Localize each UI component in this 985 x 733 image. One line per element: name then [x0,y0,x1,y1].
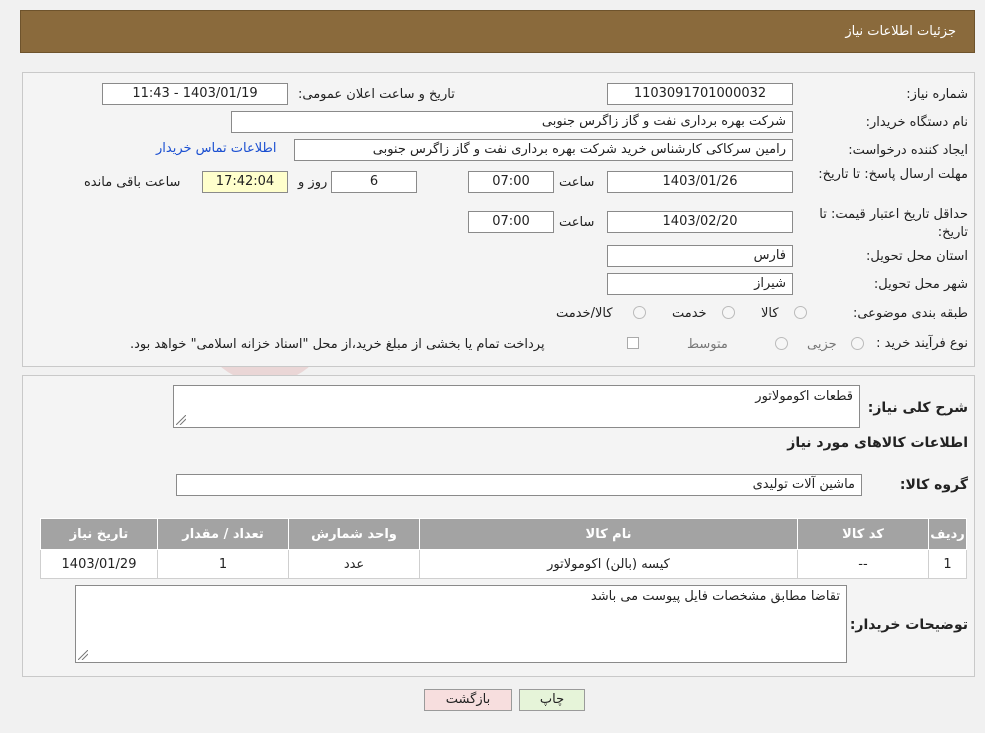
category-goods-radio[interactable] [794,306,807,319]
city-label: شهر محل تحویل: [873,277,968,292]
row-number-cell: 1 [928,549,967,579]
remaining-time-field: 17:42:04 [202,171,288,193]
price-validity-label: حداقل تاریخ اعتبار قیمت: تا تاریخ: [819,207,968,240]
price-validity-time-label: ساعت [559,215,595,230]
buyer-org-label: نام دستگاه خریدار: [865,115,968,130]
process-medium-radio[interactable] [775,337,788,350]
need-summary-text: قطعات اکومولاتور [755,389,853,404]
resize-handle-icon[interactable] [176,415,186,425]
category-service-label: خدمت [672,306,707,321]
buyer-org-field: شرکت بهره برداری نفت و گاز زاگرس جنوبی [231,111,793,133]
quantity-cell: 1 [157,549,289,579]
print-button[interactable]: چاپ [519,689,585,711]
col-row-header: ردیف [928,518,967,550]
category-label: طبقه بندی موضوعی: [852,306,968,321]
need-summary-field: قطعات اکومولاتور [173,385,860,428]
deadline-label: مهلت ارسال پاسخ: تا تاریخ: [818,167,968,182]
process-minor-radio[interactable] [851,337,864,350]
back-button[interactable]: بازگشت [424,689,512,711]
goods-code-cell: -- [797,549,929,579]
buyer-contact-link[interactable]: اطلاعات تماس خریدار [156,141,276,156]
buyer-notes-text: تقاضا مطابق مشخصات فایل پیوست می باشد [590,589,840,604]
requester-field: رامین سرکاکی کارشناس خرید شرکت بهره بردا… [294,139,793,161]
deadline-date-field: 1403/01/26 [607,171,793,193]
table-row: 1 -- کیسه (بالن) اکومولاتور عدد 1 1403/0… [40,549,967,579]
price-validity-time-field: 07:00 [468,211,554,233]
price-validity-date-field: 1403/02/20 [607,211,793,233]
process-minor-label: جزیی [807,337,837,352]
process-medium-label: متوسط [687,337,728,352]
need-number-field: 1103091701000032 [607,83,793,105]
need-date-cell: 1403/01/29 [40,549,158,579]
buyer-notes-label: توضیحات خریدار: [849,617,968,633]
unit-cell: عدد [288,549,420,579]
city-field: شیراز [607,273,793,295]
col-name-header: نام کالا [419,518,798,550]
goods-name-cell: کیسه (بالن) اکومولاتور [419,549,798,579]
announce-datetime-field: 1403/01/19 - 11:43 [102,83,288,105]
need-number-label: شماره نیاز: [906,87,968,102]
goods-group-field: ماشین آلات تولیدی [176,474,862,496]
payment-note: پرداخت تمام یا بخشی از مبلغ خرید،از محل … [130,337,545,352]
need-summary-label: شرح کلی نیاز: [867,400,968,416]
goods-table: ردیف کد کالا نام کالا واحد شمارش تعداد /… [40,518,967,579]
category-service-radio[interactable] [722,306,735,319]
category-goods-service-label: کالا/خدمت [556,306,613,321]
buyer-notes-field: تقاضا مطابق مشخصات فایل پیوست می باشد [75,585,847,663]
province-label: استان محل تحویل: [866,249,968,264]
goods-info-heading: اطلاعات کالاهای مورد نیاز [787,435,968,451]
requester-label: ایجاد کننده درخواست: [848,143,968,158]
deadline-time-field: 07:00 [468,171,554,193]
process-type-label: نوع فرآیند خرید : [876,336,968,351]
page-title: جزئیات اطلاعات نیاز [845,24,956,39]
province-field: فارس [607,245,793,267]
days-label: روز و [298,175,328,190]
remaining-time-label: ساعت باقی مانده [84,175,181,190]
page-header: جزئیات اطلاعات نیاز [20,10,975,53]
category-goods-label: کالا [761,306,779,321]
resize-handle-icon[interactable] [78,650,88,660]
treasury-checkbox[interactable] [627,337,639,349]
announce-datetime-label: تاریخ و ساعت اعلان عمومی: [298,87,455,102]
remaining-days-field: 6 [331,171,417,193]
col-unit-header: واحد شمارش [288,518,420,550]
col-quantity-header: تعداد / مقدار [157,518,289,550]
deadline-time-label: ساعت [559,175,595,190]
col-date-header: تاریخ نیاز [40,518,158,550]
category-goods-service-radio[interactable] [633,306,646,319]
col-code-header: کد کالا [797,518,929,550]
goods-group-label: گروه کالا: [899,477,968,493]
goods-table-header-row: ردیف کد کالا نام کالا واحد شمارش تعداد /… [40,518,967,550]
